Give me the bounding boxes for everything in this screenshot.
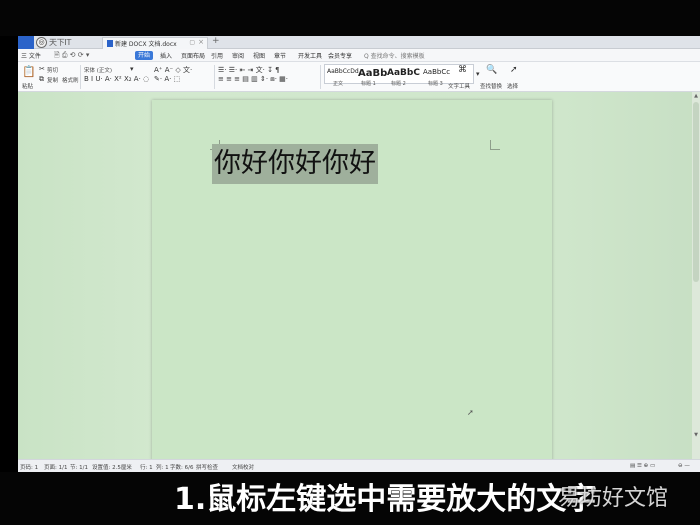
font-grow-icons[interactable]: A⁺ A⁻ ◇ 文·: [154, 65, 192, 75]
style-preview-normal[interactable]: AaBbCcDd: [327, 68, 359, 75]
channel-logo: ◎ 天下IT: [36, 36, 98, 49]
monitor-bezel: [0, 0, 700, 36]
vertical-scrollbar[interactable]: ▲ ▼: [692, 92, 700, 459]
format-painter-label[interactable]: 格式刷: [62, 76, 79, 84]
zoom-icons[interactable]: ⊖ —: [678, 463, 690, 469]
status-pages[interactable]: 页面: 1/1: [44, 463, 67, 471]
find-replace-label[interactable]: 查找替换: [480, 82, 502, 90]
scrollbar-thumb[interactable]: [693, 102, 699, 282]
font-size-select[interactable]: ▾: [130, 65, 134, 73]
close-tab-icon[interactable]: ×: [198, 38, 204, 46]
style-name-normal: 正文: [333, 81, 344, 87]
document-workarea: 你好你好你好 ➚ ▲ ▼: [18, 92, 700, 470]
tab-sections[interactable]: 章节: [274, 51, 286, 60]
tab-developer[interactable]: 开发工具: [298, 51, 322, 60]
tab-insert[interactable]: 插入: [160, 51, 172, 60]
style-preview-heading2[interactable]: AaBbC: [387, 68, 420, 78]
list-icons[interactable]: ☰· ☰· ⇤ ⇥ 文· ↧ ¶: [218, 65, 280, 75]
margin-corner-top-right: [490, 140, 500, 150]
style-gallery-more-icon[interactable]: ▾: [476, 70, 480, 78]
logo-circle-icon: ◎: [36, 37, 47, 48]
style-gallery: AaBbCcDd 正文 AaBb 标题 1 AaBbC 标题 2 AaBbCc …: [324, 64, 474, 87]
align-icons[interactable]: ≡ ≡ ≡ ▤ ▥ ⇕· ⧈· ▦·: [218, 75, 288, 84]
menu-bar: 三 文件 🗎 ⎙ ⟲ ⟳ ▾ 开始 插入 页面布局 引用 审阅 视图 章节 开发…: [18, 49, 700, 62]
status-section[interactable]: 节: 1/1: [70, 463, 88, 471]
status-bar: 页码: 1 页面: 1/1 节: 1/1 设置值: 2.5厘米 行: 1 列: …: [18, 459, 700, 472]
writer-doc-icon: [107, 40, 113, 47]
scroll-down-icon[interactable]: ▼: [692, 432, 700, 438]
copy-label[interactable]: 复制: [47, 76, 58, 84]
text-tools-icon[interactable]: ⌘: [458, 65, 467, 75]
status-page[interactable]: 页码: 1: [20, 463, 38, 471]
status-doc-check[interactable]: 文档校对: [232, 463, 254, 471]
style-name-heading1: 标题 1: [361, 81, 376, 87]
title-bar: ◎ 天下IT 新建 DOCX 文档.docx ▢ × +: [18, 36, 700, 49]
document-tab[interactable]: 新建 DOCX 文档.docx ▢ ×: [102, 37, 208, 49]
tab-pin-icon[interactable]: ▢: [189, 39, 195, 46]
home-tab[interactable]: [18, 36, 34, 49]
style-name-heading3: 标题 3: [428, 81, 443, 87]
new-tab-button[interactable]: +: [212, 36, 220, 46]
select-label[interactable]: 选择: [507, 82, 518, 90]
document-tab-name: 新建 DOCX 文档.docx: [115, 41, 177, 48]
scroll-up-icon[interactable]: ▲: [692, 93, 700, 99]
style-preview-heading1[interactable]: AaBb: [358, 68, 387, 79]
copy-icon[interactable]: ⧉: [39, 75, 44, 84]
tab-page-layout[interactable]: 页面布局: [181, 51, 205, 60]
font-name-select[interactable]: 宋体 (正文): [84, 66, 112, 74]
tab-start[interactable]: 开始: [135, 51, 153, 60]
tab-view[interactable]: 视图: [253, 51, 265, 60]
select-pointer-icon[interactable]: ➚: [510, 65, 518, 75]
paste-label: 粘贴: [22, 84, 34, 90]
file-menu[interactable]: 三 文件: [21, 51, 41, 60]
find-replace-icon[interactable]: 🔍: [486, 65, 497, 75]
status-word-count[interactable]: 字数: 6/6: [170, 463, 193, 471]
tab-references[interactable]: 引用: [211, 51, 223, 60]
status-position[interactable]: 设置值: 2.5厘米: [92, 463, 132, 471]
command-search[interactable]: Q 查找命令、搜索模板: [364, 51, 425, 60]
document-page[interactable]: 你好你好你好: [152, 100, 552, 470]
view-mode-icons[interactable]: ▤ ☰ ⊕ ▭: [630, 463, 655, 469]
status-column[interactable]: 列: 1: [156, 463, 169, 471]
ribbon-toolbar: 📋 粘贴 ✂ 剪切 ⧉ 复制 格式刷 宋体 (正文) ▾ B I U· A· X…: [18, 62, 700, 92]
highlight-icons[interactable]: ✎· A· ⬚: [154, 75, 180, 83]
wps-writer-window: ◎ 天下IT 新建 DOCX 文档.docx ▢ × + 三 文件 🗎 ⎙ ⟲ …: [18, 36, 700, 472]
tab-member[interactable]: 会员专享: [328, 51, 352, 60]
tutorial-caption: 1.鼠标左键选中需要放大的文字: [174, 482, 597, 517]
selected-text[interactable]: 你好你好你好: [212, 144, 378, 184]
cut-icon[interactable]: ✂: [39, 65, 45, 73]
mouse-cursor-icon: ➚: [467, 408, 474, 417]
status-line[interactable]: 行: 1: [140, 463, 153, 471]
paste-icon[interactable]: 📋: [22, 65, 36, 78]
style-name-heading2: 标题 2: [391, 81, 406, 87]
quick-access-icons[interactable]: 🗎 ⎙ ⟲ ⟳ ▾: [54, 51, 89, 62]
logo-text: 天下IT: [49, 38, 72, 47]
site-watermark: 易坊好文馆: [558, 486, 669, 511]
font-format-icons[interactable]: B I U· A· X² X₂ A· ◌: [84, 75, 149, 83]
text-tools-label[interactable]: 文字工具: [448, 82, 470, 90]
cut-label[interactable]: 剪切: [47, 66, 58, 74]
style-preview-heading3[interactable]: AaBbCc: [423, 68, 450, 76]
status-spell-check[interactable]: 拼写检查: [196, 463, 218, 471]
tab-review[interactable]: 审阅: [232, 51, 244, 60]
